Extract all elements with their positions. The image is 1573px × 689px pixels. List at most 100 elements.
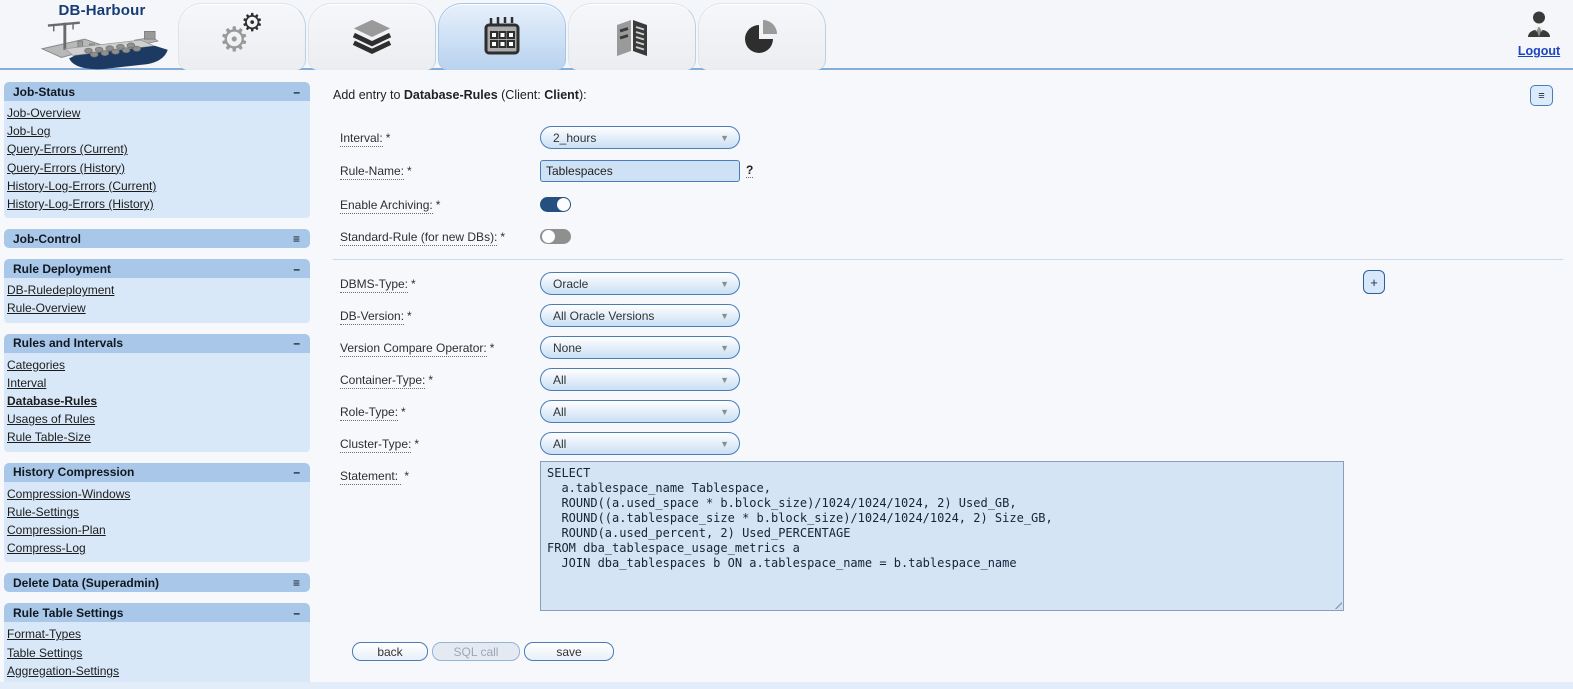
db-version-select[interactable]: All Oracle Versions ▼ xyxy=(540,304,740,327)
sidebar-section-rules-and-intervals: Rules and Intervals – Categories Interva… xyxy=(4,333,310,452)
section-title: Rule Deployment xyxy=(13,261,112,276)
dbms-type-select[interactable]: Oracle ▼ xyxy=(540,272,740,295)
logout-area: Logout xyxy=(1510,11,1568,60)
sidebar-item-format-types[interactable]: Format-Types xyxy=(7,625,81,643)
sidebar-item-usages-of-rules[interactable]: Usages of Rules xyxy=(7,410,95,428)
sidebar-item-database-rules[interactable]: Database-Rules xyxy=(7,392,97,410)
sidebar-section-job-status: Job-Status – Job-Overview Job-Log Query-… xyxy=(4,82,310,219)
back-button[interactable]: back xyxy=(352,642,428,661)
sidebar-item-table-settings[interactable]: Table Settings xyxy=(7,644,82,662)
cluster-type-label: Cluster-Type: * xyxy=(340,436,420,453)
hamburger-icon: ≡ xyxy=(1538,89,1545,102)
section-header-rule-table-settings[interactable]: Rule Table Settings – xyxy=(4,603,310,623)
field-row-dbms-type: DBMS-Type: * Oracle ▼ xyxy=(340,272,740,295)
tab-ledger[interactable] xyxy=(568,3,696,70)
container-type-select[interactable]: All ▼ xyxy=(540,368,740,391)
role-type-value: All xyxy=(553,404,567,419)
enable-archiving-toggle[interactable] xyxy=(540,197,571,212)
section-body: Categories Interval Database-Rules Usage… xyxy=(4,352,310,452)
tab-statistics[interactable] xyxy=(698,3,826,70)
toggle-knob xyxy=(556,198,570,211)
sidebar-item-rule-overview[interactable]: Rule-Overview xyxy=(7,299,86,317)
section-header-job-control[interactable]: Job-Control ≡ xyxy=(4,229,310,249)
version-compare-operator-select[interactable]: None ▼ xyxy=(540,336,740,359)
sidebar-item-aggregation-settings[interactable]: Aggregation-Settings xyxy=(7,662,119,680)
section-title: Job-Status xyxy=(13,84,76,99)
section-header-rule-deployment[interactable]: Rule Deployment – xyxy=(4,259,310,279)
sidebar-item-interval[interactable]: Interval xyxy=(7,374,46,392)
user-icon xyxy=(1528,11,1550,37)
db-harbour-app: DB-Harbour ⚙ ⚙ Logout Job-Status – Job-O… xyxy=(0,0,1573,689)
content-menu-button[interactable]: ≡ xyxy=(1530,85,1553,106)
sidebar-item-rule-table-size[interactable]: Rule Table-Size xyxy=(7,428,91,446)
sidebar-item-compression-windows[interactable]: Compression-Windows xyxy=(7,485,130,503)
gear-small-icon: ⚙ xyxy=(241,9,264,37)
dbms-type-label: DBMS-Type: * xyxy=(340,276,416,293)
pie-chart-icon xyxy=(745,20,777,53)
version-compare-operator-value: None xyxy=(553,340,582,355)
collapse-icon[interactable]: – xyxy=(293,606,300,620)
sidebar-item-history-log-errors-current[interactable]: History-Log-Errors (Current) xyxy=(7,177,156,195)
sql-call-button[interactable]: SQL call xyxy=(432,642,520,661)
statement-editor-wrap: SELECT a.tablespace_name Tablespace, ROU… xyxy=(540,461,1344,611)
version-compare-operator-label: Version Compare Operator: * xyxy=(340,340,495,357)
logout-link[interactable]: Logout xyxy=(1518,44,1560,58)
title-client: Client xyxy=(544,88,579,102)
tab-settings[interactable]: ⚙ ⚙ xyxy=(178,3,306,70)
sidebar-item-query-errors-current[interactable]: Query-Errors (Current) xyxy=(7,140,128,158)
section-header-delete-data[interactable]: Delete Data (Superadmin) ≡ xyxy=(4,573,310,593)
sidebar: Job-Status – Job-Overview Job-Log Query-… xyxy=(4,82,310,689)
collapse-icon[interactable]: – xyxy=(293,262,300,276)
interval-select[interactable]: 2_hours ▼ xyxy=(540,126,740,149)
statement-textarea[interactable]: SELECT a.tablespace_name Tablespace, ROU… xyxy=(540,461,1344,611)
sidebar-item-compress-log[interactable]: Compress-Log xyxy=(7,539,86,557)
cluster-type-value: All xyxy=(553,436,567,451)
sidebar-item-history-log-errors-history[interactable]: History-Log-Errors (History) xyxy=(7,195,154,213)
container-type-label: Container-Type: * xyxy=(340,372,434,389)
section-header-job-status[interactable]: Job-Status – xyxy=(4,82,310,101)
rule-name-input[interactable] xyxy=(540,159,740,182)
chevron-down-icon: ▼ xyxy=(720,343,729,353)
sidebar-item-db-ruledeployment[interactable]: DB-Ruledeployment xyxy=(7,281,114,299)
tab-scheduler[interactable] xyxy=(438,3,566,70)
sidebar-item-rule-settings[interactable]: Rule-Settings xyxy=(7,503,79,521)
ledger-icon xyxy=(617,20,647,56)
expand-icon[interactable]: ≡ xyxy=(293,576,300,590)
sidebar-item-compression-plan[interactable]: Compression-Plan xyxy=(7,521,106,539)
sidebar-item-categories[interactable]: Categories xyxy=(7,356,65,374)
sidebar-item-job-overview[interactable]: Job-Overview xyxy=(7,104,80,122)
sidebar-section-delete-data: Delete Data (Superadmin) ≡ xyxy=(4,573,310,593)
sidebar-item-job-log[interactable]: Job-Log xyxy=(7,122,50,140)
main-nav-tabs: ⚙ ⚙ xyxy=(178,3,826,70)
calendar-icon xyxy=(484,17,520,55)
section-header-rules-and-intervals[interactable]: Rules and Intervals – xyxy=(4,333,310,353)
field-row-rule-name: Rule-Name:* ? xyxy=(340,159,754,182)
field-row-enable-archiving: Enable Archiving: * xyxy=(340,193,571,216)
tab-layers[interactable] xyxy=(308,3,436,70)
dbms-type-value: Oracle xyxy=(553,276,589,291)
section-body: DB-Ruledeployment Rule-Overview xyxy=(4,278,310,323)
role-type-select[interactable]: All ▼ xyxy=(540,400,740,423)
standard-rule-toggle[interactable] xyxy=(540,229,571,244)
section-body: Job-Overview Job-Log Query-Errors (Curre… xyxy=(4,101,310,219)
collapse-icon[interactable]: – xyxy=(293,85,300,99)
field-row-container-type: Container-Type: * All ▼ xyxy=(340,368,740,391)
cluster-type-select[interactable]: All ▼ xyxy=(540,432,740,455)
save-button[interactable]: save xyxy=(524,642,614,661)
field-row-db-version: DB-Version: * All Oracle Versions ▼ xyxy=(340,304,740,327)
chevron-down-icon: ▼ xyxy=(720,279,729,289)
harbour-ship-icon xyxy=(40,21,168,70)
section-header-history-compression[interactable]: History Compression – xyxy=(4,462,310,482)
db-version-value: All Oracle Versions xyxy=(553,308,655,323)
field-row-standard-rule: Standard-Rule (for new DBs): * xyxy=(340,225,571,248)
collapse-icon[interactable]: – xyxy=(293,336,300,350)
help-icon[interactable]: ? xyxy=(746,163,754,178)
add-dbms-block-button[interactable]: + xyxy=(1363,270,1385,294)
gears-icon: ⚙ ⚙ xyxy=(219,11,265,59)
interval-value: 2_hours xyxy=(553,130,597,145)
section-title: Delete Data (Superadmin) xyxy=(13,575,160,590)
expand-icon[interactable]: ≡ xyxy=(293,232,300,246)
sidebar-item-query-errors-history[interactable]: Query-Errors (History) xyxy=(7,159,125,177)
standard-rule-label: Standard-Rule (for new DBs): * xyxy=(340,229,506,246)
collapse-icon[interactable]: – xyxy=(293,465,300,479)
